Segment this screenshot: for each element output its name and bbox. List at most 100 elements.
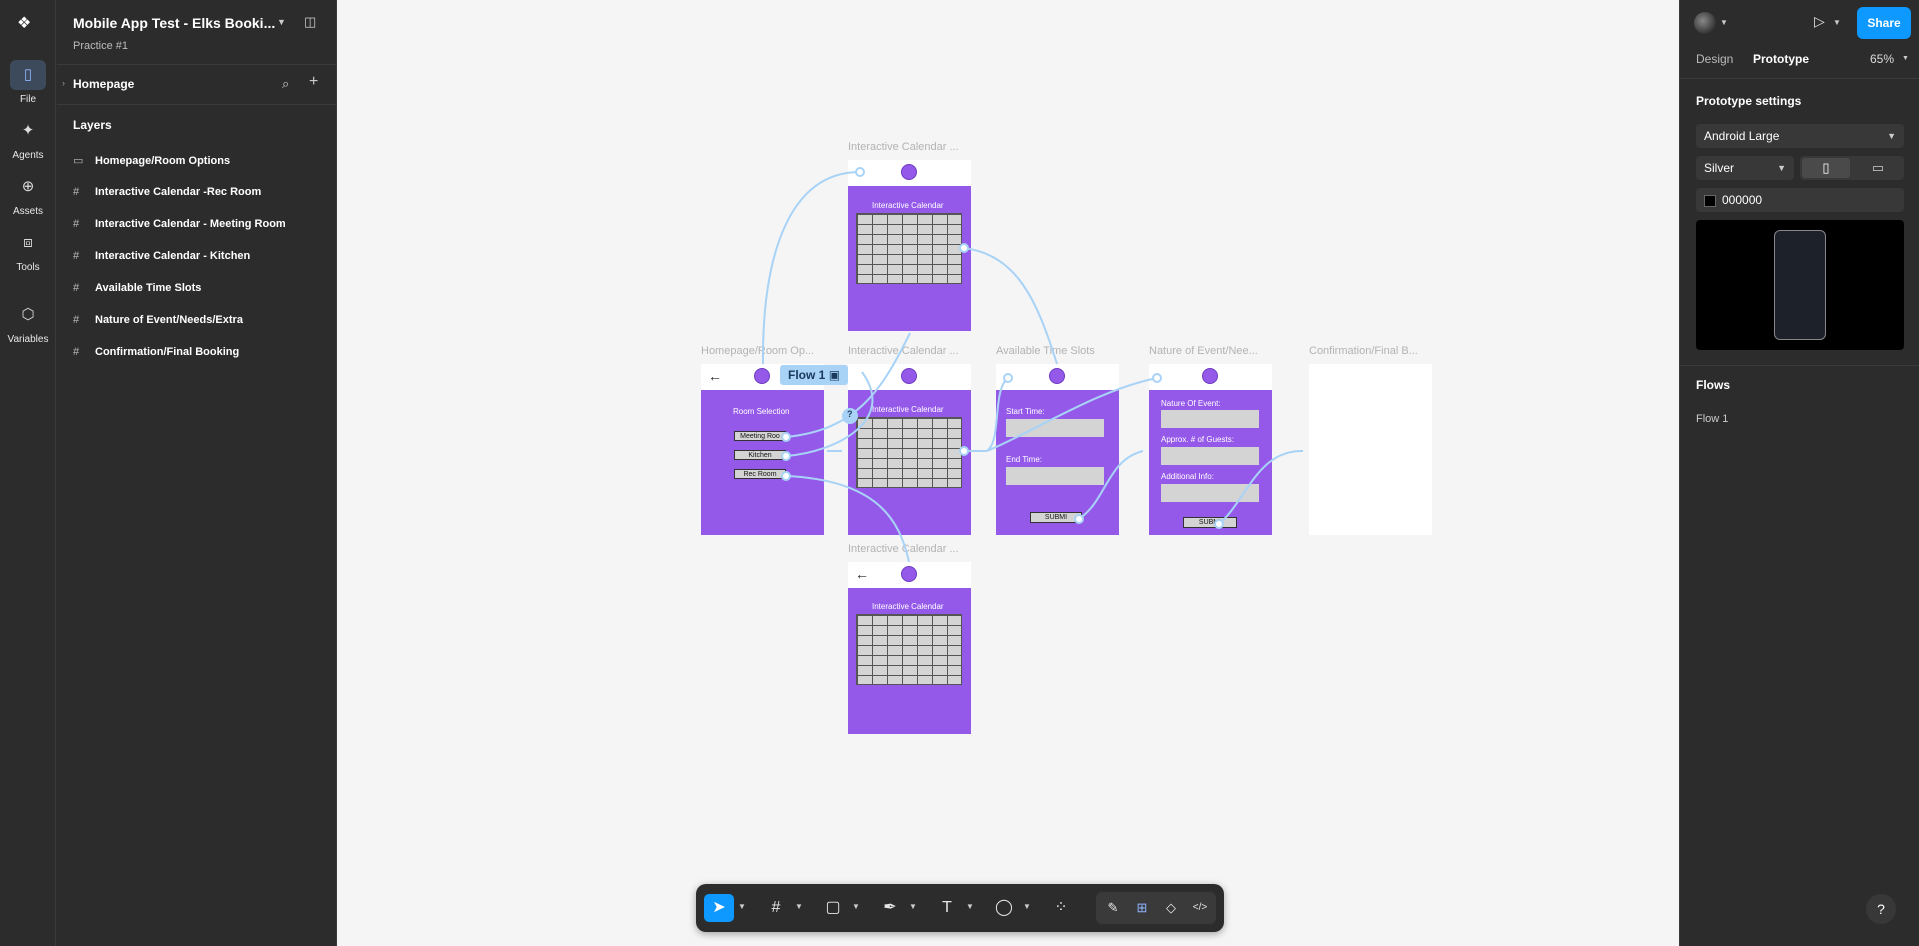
chevron-down-icon[interactable]: ▼ <box>1833 18 1841 27</box>
chevron-down-icon: ▼ <box>1887 131 1896 141</box>
figma-logo-icon[interactable]: ❖ <box>17 13 31 33</box>
chevron-down-icon[interactable]: ▼ <box>852 902 860 911</box>
connector-node <box>1074 514 1084 524</box>
canvas[interactable]: Interactive Calendar ... Homepage/Room O… <box>337 0 1679 946</box>
landscape-icon[interactable]: ▭ <box>1854 158 1902 178</box>
chevron-down-icon[interactable]: ▼ <box>909 902 917 911</box>
layers-panel: Mobile App Test - Elks Booki... ▼ ◫ Prac… <box>57 0 337 946</box>
tab-prototype[interactable]: Prototype <box>1753 52 1809 66</box>
share-button[interactable]: Share <box>1857 7 1911 39</box>
chevron-down-icon[interactable]: ▼ <box>277 17 286 27</box>
chevron-down-icon[interactable]: ▼ <box>738 902 746 911</box>
divider <box>1680 365 1919 366</box>
flow-start-tag[interactable]: Flow 1 ▣ <box>780 365 849 385</box>
chevron-down-icon[interactable]: ▼ <box>1720 18 1728 27</box>
layer-item[interactable]: # Available Time Slots <box>73 282 201 304</box>
rail-file[interactable]: ▯ File <box>0 60 56 105</box>
toolbox-icon: ⧈ <box>23 234 33 251</box>
connector-line <box>986 377 1009 452</box>
chevron-down-icon[interactable]: ▼ <box>966 902 974 911</box>
layer-item-label: Interactive Calendar -Rec Room <box>95 186 262 198</box>
play-icon[interactable]: ▷ <box>1814 13 1825 30</box>
frame-icon: # <box>73 186 80 198</box>
device-preview <box>1696 220 1904 350</box>
layer-item-label: Interactive Calendar - Meeting Room <box>95 218 286 230</box>
layer-item[interactable]: # Interactive Calendar - Meeting Room <box>73 218 286 240</box>
frame-icon: # <box>771 899 781 916</box>
divider <box>1680 78 1919 79</box>
zoom-level[interactable]: 65% <box>1870 52 1894 66</box>
portrait-icon[interactable]: ▯ <box>1802 158 1850 178</box>
actions-button[interactable]: ⁘ <box>1046 894 1076 922</box>
model-value: Silver <box>1704 161 1735 175</box>
design-mode-button[interactable]: ⊞ <box>1127 894 1157 922</box>
layer-item-label: Homepage/Room Options <box>95 155 231 167</box>
dev-mode-button[interactable]: </> <box>1185 894 1215 922</box>
comment-tool-button[interactable]: ◯ <box>989 894 1019 922</box>
frame-icon: # <box>73 218 80 230</box>
layer-item[interactable]: ▭ Homepage/Room Options <box>73 154 230 176</box>
present-flow-icon[interactable]: ▣ <box>829 368 840 382</box>
layer-item[interactable]: # Confirmation/Final Booking <box>73 346 239 368</box>
flow-list-item[interactable]: Flow 1 <box>1696 413 1728 425</box>
chevron-down-icon[interactable]: ▼ <box>1023 902 1031 911</box>
shape-tool-button[interactable]: ▢ <box>818 894 848 922</box>
assets-icon: ⊕ <box>21 178 35 195</box>
rail-assets[interactable]: ⊕ Assets <box>0 172 56 217</box>
properties-panel: ▼ ▷ ▼ Share Design Prototype 65% ▼ Proto… <box>1679 0 1919 946</box>
frame-icon: # <box>73 346 80 358</box>
model-select[interactable]: Silver ▼ <box>1696 156 1794 180</box>
add-page-icon[interactable]: + <box>309 73 318 91</box>
layer-item[interactable]: # Nature of Event/Needs/Extra <box>73 314 243 336</box>
layer-item[interactable]: # Interactive Calendar - Kitchen <box>73 250 250 272</box>
rail-tools[interactable]: ⧈ Tools <box>0 228 56 273</box>
rail-agents-label: Agents <box>12 150 44 161</box>
chevron-down-icon[interactable]: ▼ <box>1902 55 1909 62</box>
prototype-connectors <box>761 167 1304 563</box>
search-icon[interactable]: ⌕ <box>282 76 289 92</box>
file-title[interactable]: Mobile App Test - Elks Booki... <box>73 15 275 31</box>
code-icon: </> <box>1192 902 1208 913</box>
sidebar-toggle-icon[interactable]: ◫ <box>304 14 316 30</box>
rail-file-label: File <box>19 94 37 105</box>
move-tool-button[interactable]: ➤ <box>704 894 734 922</box>
connector-node <box>781 432 791 442</box>
connector-node <box>959 243 969 253</box>
actions-icon: ⁘ <box>1054 899 1068 916</box>
layout-icon: ⊞ <box>1136 900 1148 915</box>
rail-agents[interactable]: ✦ Agents <box>0 116 56 161</box>
divider <box>57 64 337 65</box>
figma-app: ❖ ▯ File ✦ Agents ⊕ Assets ⧈ Tools ⬡ Variable… <box>0 0 1919 946</box>
page-selector[interactable]: Homepage <box>73 77 134 91</box>
tab-design[interactable]: Design <box>1696 52 1733 66</box>
flows-title: Flows <box>1696 378 1731 392</box>
variables-icon: ⬡ <box>21 306 35 323</box>
device-select[interactable]: Android Large ▼ <box>1696 124 1904 148</box>
connector-node <box>1003 373 1013 383</box>
chevron-down-icon: ▼ <box>1777 163 1786 173</box>
frame-tool-button[interactable]: # <box>761 894 791 922</box>
text-tool-button[interactable]: T <box>932 894 962 922</box>
chevron-down-icon[interactable]: ▼ <box>795 902 803 911</box>
pen-tool-button[interactable]: ✒ <box>875 894 905 922</box>
help-button[interactable]: ? <box>1866 894 1896 924</box>
frame-icon: # <box>73 314 80 326</box>
connector-node <box>959 446 969 456</box>
background-color-field[interactable]: 000000 <box>1696 188 1904 212</box>
pen-icon: ✒ <box>883 899 897 916</box>
background-color-value[interactable]: 000000 <box>1722 193 1762 207</box>
rail-variables[interactable]: ⬡ Variables <box>0 300 56 345</box>
layer-item[interactable]: # Interactive Calendar -Rec Room <box>73 186 261 208</box>
color-swatch[interactable] <box>1704 194 1716 207</box>
user-avatar[interactable] <box>1694 12 1716 34</box>
layer-item-label: Available Time Slots <box>95 282 202 294</box>
connector-node <box>1152 373 1162 383</box>
chevron-right-icon[interactable]: › <box>62 78 65 88</box>
component-mode-button[interactable]: ◇ <box>1156 894 1186 922</box>
prototype-settings-title: Prototype settings <box>1696 94 1802 108</box>
sparkle-icon: ✦ <box>21 122 35 139</box>
phone-mockup <box>1774 230 1826 340</box>
draw-mode-button[interactable]: ✎ <box>1098 894 1128 922</box>
connector-line <box>1078 450 1144 520</box>
connector-node <box>781 471 791 481</box>
